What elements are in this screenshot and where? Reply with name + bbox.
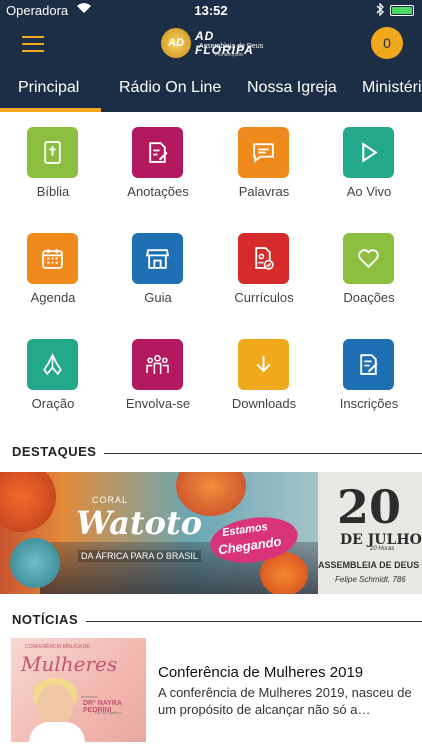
bluetooth-icon bbox=[376, 2, 384, 19]
news-headline: Conferência de Mulheres 2019 bbox=[158, 664, 364, 681]
grid-item-label: Guia bbox=[144, 290, 172, 305]
hamburger-menu-icon[interactable] bbox=[22, 36, 44, 52]
praying-hands-icon bbox=[27, 339, 78, 390]
banner-hours: 20 Horas bbox=[370, 546, 395, 552]
grid-item-label: Anotações bbox=[127, 184, 189, 199]
grid-item-label: Envolva-se bbox=[125, 396, 191, 411]
play-icon bbox=[343, 127, 394, 178]
tab-radio-online[interactable]: Rádio On Line bbox=[119, 79, 221, 97]
banner-subtitle: DA ÁFRICA PARA O BRASIL bbox=[78, 550, 201, 562]
news-heading: NOTÍCIAS bbox=[12, 612, 79, 627]
news-item[interactable]: CONFERÊNCIA BÍBLICA DE Mulheres preletor… bbox=[0, 636, 422, 744]
news-divider bbox=[86, 621, 422, 622]
logo-emblem: AD bbox=[161, 28, 191, 58]
cart-count-button[interactable]: 0 bbox=[371, 27, 403, 59]
banner-title: Watoto bbox=[76, 504, 203, 542]
grid-item-label: Oração bbox=[31, 396, 75, 411]
calendar-icon bbox=[27, 233, 78, 284]
thumb-title: Mulheres bbox=[21, 652, 118, 676]
grid-item-label: Doações bbox=[343, 290, 395, 305]
highlights-divider bbox=[104, 453, 422, 454]
grid-item-label: Downloads bbox=[231, 396, 297, 411]
thumb-city: Rio de Janeiro bbox=[95, 710, 121, 715]
status-bar: Operadora 13:52 bbox=[0, 0, 422, 22]
notes-icon bbox=[132, 127, 183, 178]
banner-flower-decoration bbox=[10, 538, 60, 588]
download-icon bbox=[238, 339, 289, 390]
highlights-heading: DESTAQUES bbox=[12, 444, 97, 459]
banner-day: 20 bbox=[337, 480, 402, 534]
grid-item-label: Agenda bbox=[30, 290, 76, 305]
clock: 13:52 bbox=[194, 3, 228, 18]
battery-icon bbox=[390, 5, 414, 16]
highlight-banner[interactable]: CORAL Watoto DA ÁFRICA PARA O BRASIL Est… bbox=[0, 472, 422, 594]
app-logo: AD AD FLORIPA Assembleia de Deus Florian… bbox=[161, 25, 271, 63]
bible-icon bbox=[27, 127, 78, 178]
thumb-person-body bbox=[29, 722, 85, 742]
logo-subtitle: Assembleia de Deus bbox=[199, 43, 264, 50]
tab-bar: Principal Rádio On Line Nossa Igreja Min… bbox=[0, 66, 422, 112]
grid-item-label: Inscrições bbox=[339, 396, 399, 411]
thumb-preacher-label: preletora bbox=[81, 694, 97, 699]
banner-address: Felipe Schmidt, 786 bbox=[335, 575, 406, 584]
heart-icon bbox=[343, 233, 394, 284]
grid-item-label: Bíblia bbox=[36, 184, 70, 199]
active-tab-indicator bbox=[0, 108, 101, 112]
grid-item-label: Ao Vivo bbox=[346, 184, 392, 199]
document-check-icon bbox=[238, 233, 289, 284]
thumb-kicker: CONFERÊNCIA BÍBLICA DE bbox=[25, 644, 90, 650]
app-header: AD AD FLORIPA Assembleia de Deus Florian… bbox=[0, 22, 422, 66]
tab-ministerios[interactable]: Ministérios bbox=[362, 79, 422, 97]
logo-city: Florianópolis bbox=[215, 52, 244, 58]
storefront-icon bbox=[132, 233, 183, 284]
chat-bubble-icon bbox=[238, 127, 289, 178]
news-thumbnail: CONFERÊNCIA BÍBLICA DE Mulheres preletor… bbox=[11, 638, 146, 742]
tab-nossa-igreja[interactable]: Nossa Igreja bbox=[247, 79, 337, 97]
form-edit-icon bbox=[343, 339, 394, 390]
people-icon bbox=[132, 339, 183, 390]
tab-principal[interactable]: Principal bbox=[18, 79, 79, 97]
grid-item-label: Palavras bbox=[238, 184, 290, 199]
grid-item-label: Currículos bbox=[234, 290, 294, 305]
news-excerpt: A conferência de Mulheres 2019, nasceu d… bbox=[158, 685, 412, 717]
banner-church: ASSEMBLEIA DE DEUS bbox=[318, 560, 420, 570]
